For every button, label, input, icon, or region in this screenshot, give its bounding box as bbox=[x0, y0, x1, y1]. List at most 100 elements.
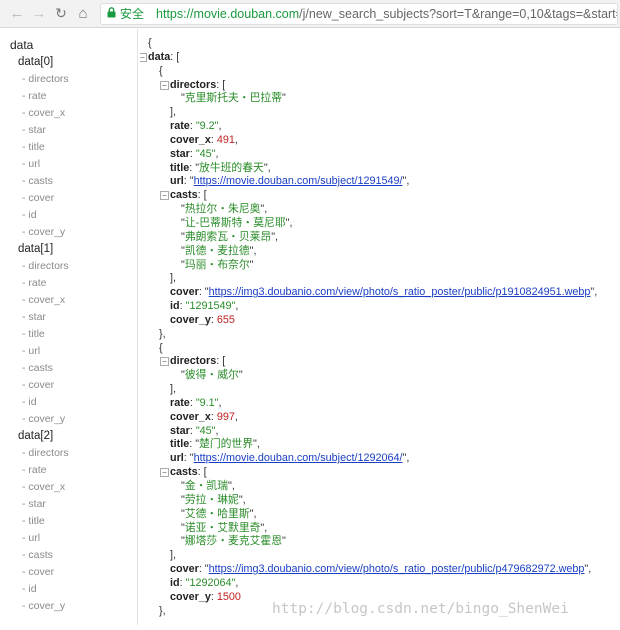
json-line: star: "45", bbox=[140, 148, 620, 162]
tree-field[interactable]: - cover_y bbox=[0, 598, 137, 615]
json-key: title bbox=[170, 161, 190, 174]
tree-field[interactable]: - casts bbox=[0, 173, 137, 190]
json-string: "1292064" bbox=[185, 576, 236, 589]
json-string: "9.2" bbox=[195, 120, 219, 133]
json-line: "让-巴蒂斯特・莫尼耶", bbox=[140, 217, 620, 231]
tree-field[interactable]: - title bbox=[0, 139, 137, 156]
tree-root[interactable]: data bbox=[0, 37, 137, 54]
tree-field[interactable]: - url bbox=[0, 343, 137, 360]
json-link[interactable]: https://movie.douban.com/subject/1291549… bbox=[194, 175, 403, 187]
json-punct: ", bbox=[271, 230, 279, 243]
address-bar[interactable]: 安全 https://movie.douban.com/j/new_search… bbox=[100, 2, 618, 25]
tree-group[interactable]: data[1] bbox=[0, 241, 137, 258]
tree-field[interactable]: - title bbox=[0, 513, 137, 530]
json-line: { bbox=[140, 37, 620, 51]
tree-group[interactable]: data[2] bbox=[0, 428, 137, 445]
json-line: url: "https://movie.douban.com/subject/1… bbox=[140, 452, 620, 466]
json-line: "劳拉・琳妮", bbox=[140, 494, 620, 508]
back-arrow-icon[interactable]: ← bbox=[6, 3, 28, 25]
tree-field[interactable]: - cover bbox=[0, 190, 137, 207]
json-viewer: {− data: [{− directors: ["克里斯托夫・巴拉蒂"], rate… bbox=[140, 29, 620, 625]
json-line: "弗朗索瓦・贝莱昂", bbox=[140, 231, 620, 245]
json-key: star bbox=[170, 147, 190, 160]
fold-toggle-icon[interactable]: − bbox=[160, 191, 169, 201]
tree-field[interactable]: - cover bbox=[0, 377, 137, 394]
tree-field[interactable]: - url bbox=[0, 156, 137, 173]
json-line: − directors: [ bbox=[140, 355, 620, 369]
json-line: − directors: [ bbox=[140, 79, 620, 93]
tree-field[interactable]: - rate bbox=[0, 88, 137, 105]
json-key: casts bbox=[170, 466, 198, 479]
json-punct: : [ bbox=[216, 355, 226, 368]
tree-field[interactable]: - cover_x bbox=[0, 292, 137, 309]
fold-toggle-icon[interactable]: − bbox=[160, 80, 169, 90]
json-line: ], bbox=[140, 106, 620, 120]
json-line: star: "45", bbox=[140, 425, 620, 439]
url-path: /j/new_search_subjects?sort=T&range=0,10… bbox=[299, 6, 618, 21]
tree-field[interactable]: - id bbox=[0, 207, 137, 224]
json-line: "克里斯托夫・巴拉蒂" bbox=[140, 92, 620, 106]
tree-field[interactable]: - title bbox=[0, 326, 137, 343]
json-key: directors bbox=[170, 355, 217, 368]
reload-icon[interactable]: ↻ bbox=[50, 3, 72, 25]
tree-field[interactable]: - star bbox=[0, 122, 137, 139]
forward-arrow-icon[interactable]: → bbox=[28, 3, 50, 25]
json-line: title: "楚门的世界", bbox=[140, 438, 620, 452]
json-string: 娜塔莎・麦克艾霍恩 bbox=[184, 535, 283, 548]
json-line: "热拉尔・朱尼奥", bbox=[140, 203, 620, 217]
fold-toggle-icon[interactable]: − bbox=[160, 357, 169, 367]
json-key: cover_y bbox=[170, 590, 211, 603]
tree-field[interactable]: - cover_y bbox=[0, 411, 137, 428]
json-link[interactable]: https://img3.doubanio.com/view/photo/s_r… bbox=[209, 563, 585, 575]
tree-field[interactable]: - cover_x bbox=[0, 479, 137, 496]
tree-field[interactable]: - url bbox=[0, 530, 137, 547]
home-icon[interactable]: ⌂ bbox=[72, 3, 94, 25]
tree-field[interactable]: - star bbox=[0, 496, 137, 513]
json-line: − casts: [ bbox=[140, 466, 620, 480]
json-punct: ", bbox=[260, 521, 268, 534]
tree-field[interactable]: - casts bbox=[0, 360, 137, 377]
tree-field[interactable]: - cover_y bbox=[0, 224, 137, 241]
url-host: https://movie.douban.com bbox=[156, 6, 300, 21]
tree-field[interactable]: - cover bbox=[0, 564, 137, 581]
json-string: 金・凯瑞 bbox=[184, 480, 229, 492]
tree-field[interactable]: - casts bbox=[0, 547, 137, 564]
json-punct: : [ bbox=[216, 78, 226, 91]
tree-field[interactable]: - id bbox=[0, 581, 137, 598]
json-key: star bbox=[170, 424, 190, 437]
json-punct: : [ bbox=[170, 50, 180, 63]
json-key: url bbox=[170, 452, 184, 465]
json-string: "45" bbox=[195, 424, 216, 437]
json-punct: ", bbox=[249, 244, 257, 257]
json-punct: ", bbox=[260, 203, 268, 216]
json-line: − data: [ bbox=[140, 51, 620, 65]
json-line: − casts: [ bbox=[140, 189, 620, 203]
json-string: 放牛班的春天 bbox=[199, 161, 264, 174]
json-line: "金・凯瑞", bbox=[140, 480, 620, 494]
json-string: 弗朗索瓦・贝莱昂 bbox=[184, 230, 272, 243]
json-line: { bbox=[140, 65, 620, 79]
tree-field[interactable]: - cover_x bbox=[0, 105, 137, 122]
tree-field[interactable]: - directors bbox=[0, 258, 137, 275]
json-number: 491 bbox=[216, 133, 235, 146]
json-string: 彼得・威尔 bbox=[184, 369, 239, 382]
tree-field[interactable]: - directors bbox=[0, 445, 137, 462]
json-line: cover: "https://img3.doubanio.com/view/p… bbox=[140, 563, 620, 577]
tree-group[interactable]: data[0] bbox=[0, 54, 137, 71]
lock-icon bbox=[107, 6, 116, 21]
json-punct: { bbox=[159, 341, 163, 354]
tree-field[interactable]: - rate bbox=[0, 275, 137, 292]
tree-field[interactable]: - rate bbox=[0, 462, 137, 479]
json-link[interactable]: https://movie.douban.com/subject/1292064… bbox=[194, 452, 403, 464]
tree-field[interactable]: - directors bbox=[0, 71, 137, 88]
fold-toggle-icon[interactable]: − bbox=[160, 468, 169, 478]
tree-field[interactable]: - id bbox=[0, 394, 137, 411]
json-string: 劳拉・琳妮 bbox=[184, 493, 239, 506]
json-link[interactable]: https://img3.doubanio.com/view/photo/s_r… bbox=[209, 286, 591, 298]
json-punct: ], bbox=[170, 106, 176, 119]
tree-field[interactable]: - star bbox=[0, 309, 137, 326]
json-line: cover: "https://img3.doubanio.com/view/p… bbox=[140, 286, 620, 300]
json-punct: ], bbox=[170, 549, 176, 562]
fold-toggle-icon[interactable]: − bbox=[140, 52, 147, 62]
json-line: "凯德・麦拉德", bbox=[140, 245, 620, 259]
